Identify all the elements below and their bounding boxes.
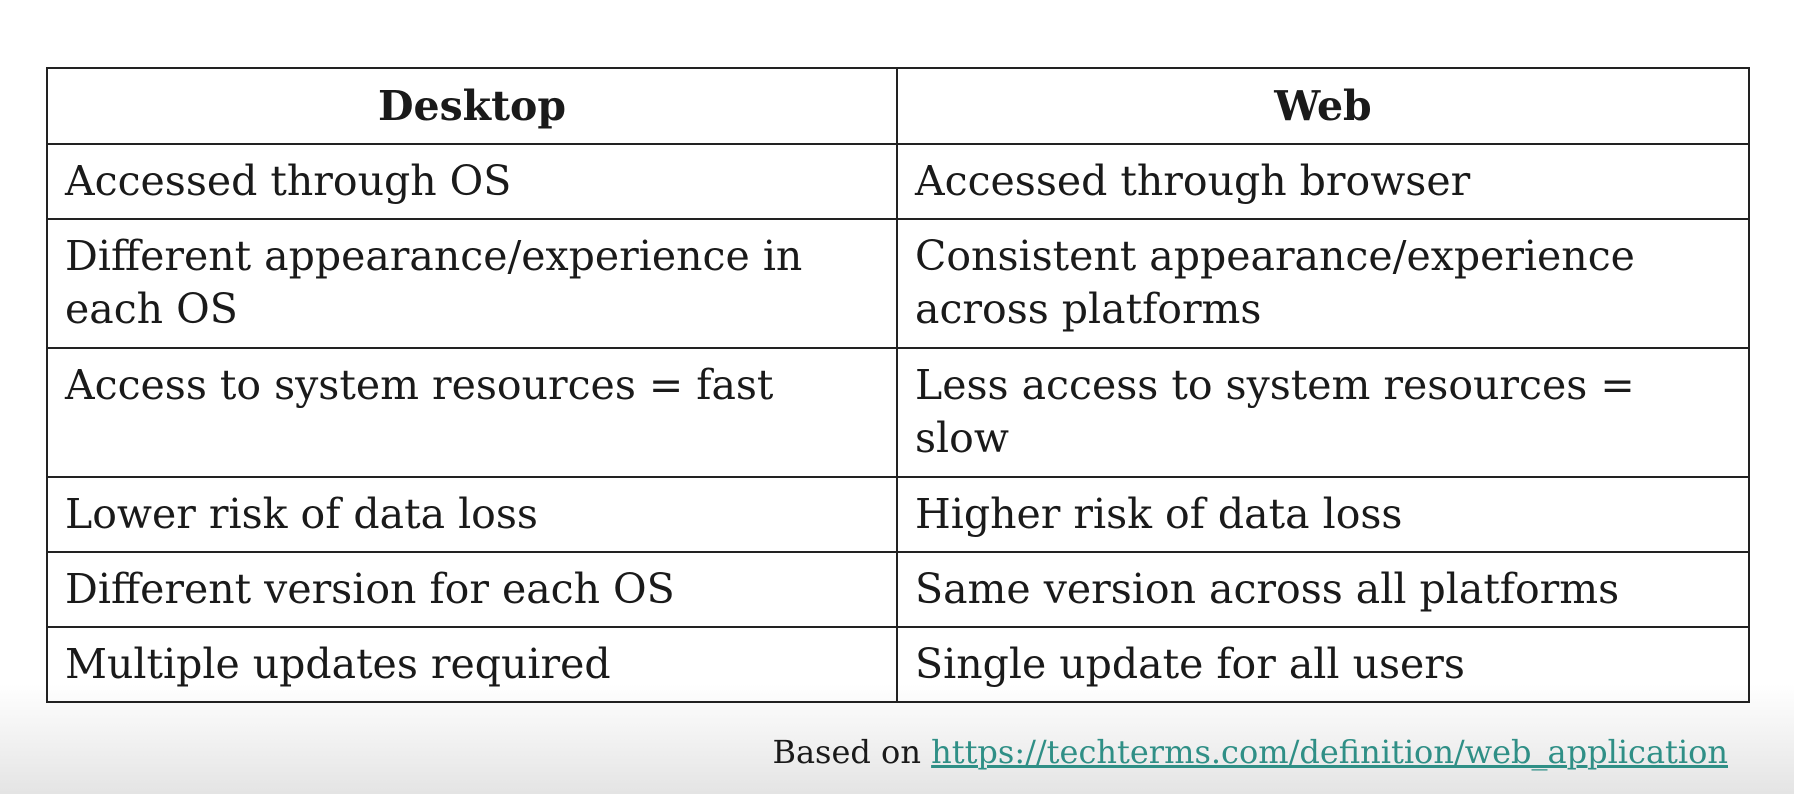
comparison-table: Desktop Web Accessed through OS Accessed… (46, 67, 1750, 703)
table-row: Different version for each OS Same versi… (46, 551, 1750, 628)
source-citation: Based on https://techterms.com/definitio… (772, 733, 1728, 771)
web-cell: Less access to system resources = slow (896, 347, 1750, 478)
desktop-cell: Access to system resources = fast (46, 347, 898, 478)
web-cell: Single update for all users (896, 626, 1750, 703)
source-link[interactable]: https://techterms.com/definition/web_app… (931, 733, 1728, 771)
web-cell: Accessed through browser (896, 143, 1750, 220)
table-row: Accessed through OS Accessed through bro… (46, 143, 1750, 220)
table-row: Different appearance/experience in each … (46, 218, 1750, 349)
table-row: Lower risk of data loss Higher risk of d… (46, 476, 1750, 553)
header-web: Web (896, 67, 1750, 145)
desktop-cell: Multiple updates required (46, 626, 898, 703)
web-cell: Higher risk of data loss (896, 476, 1750, 553)
desktop-cell: Different appearance/experience in each … (46, 218, 898, 349)
desktop-cell: Lower risk of data loss (46, 476, 898, 553)
desktop-cell: Accessed through OS (46, 143, 898, 220)
web-cell: Consistent appearance/experience across … (896, 218, 1750, 349)
header-desktop: Desktop (46, 67, 898, 145)
table-row: Access to system resources = fast Less a… (46, 347, 1750, 478)
table-header-row: Desktop Web (46, 67, 1750, 145)
web-cell: Same version across all platforms (896, 551, 1750, 628)
table-row: Multiple updates required Single update … (46, 626, 1750, 703)
desktop-cell: Different version for each OS (46, 551, 898, 628)
source-prefix: Based on (772, 733, 921, 771)
